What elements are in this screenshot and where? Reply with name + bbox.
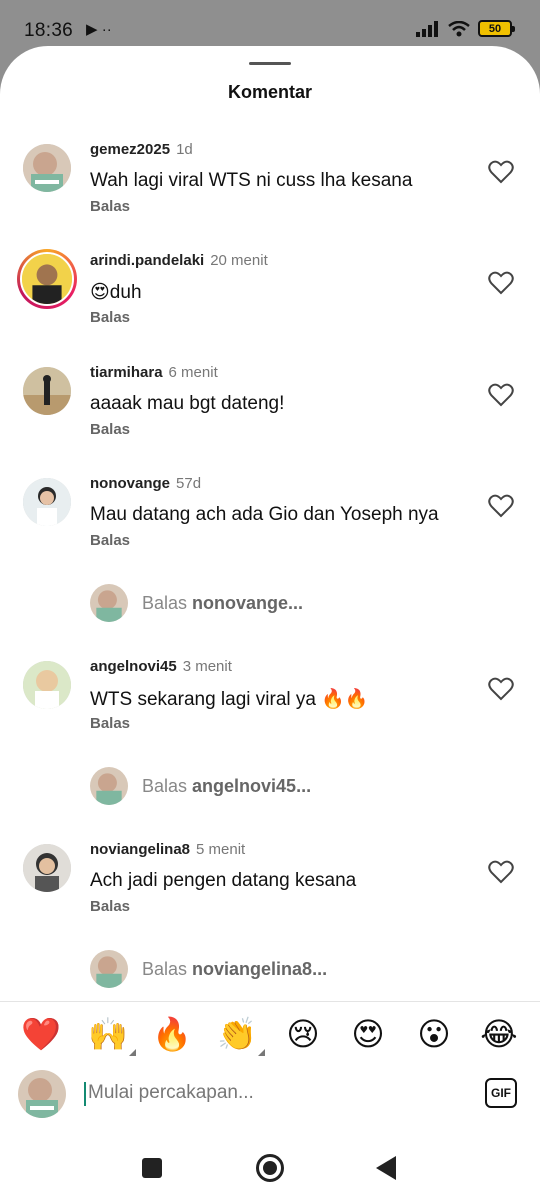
avatar[interactable]: [23, 844, 71, 892]
reply-prompt-target: angelnovi45...: [192, 776, 312, 796]
comment-item: angelnovi45 3 menit WTS sekarang lagi vir…: [0, 649, 540, 749]
emoji-raised-hands-glyph: 🙌: [88, 1016, 128, 1052]
sheet-title: Komentar: [227, 82, 312, 102]
text-cursor: [84, 1082, 86, 1106]
reply-prompt-prefix: Balas: [142, 593, 193, 613]
reply-link[interactable]: Balas: [90, 532, 130, 549]
emoji-laughing[interactable]: 😂: [479, 1014, 519, 1054]
comment-input[interactable]: [88, 1082, 458, 1104]
emoji-heart-eyes[interactable]: 😍: [348, 1014, 388, 1054]
emoji-fire[interactable]: 🔥: [152, 1014, 192, 1054]
comment-text: aaaak mau bgt dateng!: [90, 393, 285, 414]
comments-sheet: Komentar gemez2025 1d Wah lagi viral WTS …: [0, 46, 540, 1200]
my-avatar: [90, 950, 128, 988]
comment-item: tiarmihara 6 menit aaaak mau bgt dateng! …: [0, 355, 540, 455]
comment-time: 5 menit: [196, 841, 246, 858]
avatar-with-story-ring[interactable]: [17, 249, 77, 309]
comment-username[interactable]: gemez2025: [90, 141, 170, 158]
home-button[interactable]: [256, 1154, 284, 1182]
status-time: 18:36: [24, 20, 74, 41]
like-heart-icon[interactable]: [488, 160, 514, 184]
emoji-clapping-glyph: 👏: [217, 1016, 257, 1052]
comment-item: arindi.pandelaki 20 menit 😍duh Balas: [0, 243, 540, 343]
reply-link[interactable]: Balas: [90, 198, 130, 215]
comment-text: 😍duh: [90, 282, 142, 303]
like-heart-icon[interactable]: [488, 494, 514, 518]
comment-username[interactable]: tiarmihara: [90, 364, 163, 381]
my-avatar: [90, 584, 128, 622]
status-notification-icons: ▶ ··: [86, 21, 112, 38]
comment-text: Wah lagi viral WTS ni cuss lha kesana: [90, 170, 413, 191]
avatar[interactable]: [23, 478, 71, 526]
avatar[interactable]: [23, 661, 71, 709]
reply-prompt-prefix: Balas: [142, 959, 193, 979]
comment-username[interactable]: angelnovi45: [90, 658, 177, 675]
reply-link[interactable]: Balas: [90, 715, 130, 732]
comment-time: 3 menit: [182, 658, 232, 675]
avatar[interactable]: [23, 367, 71, 415]
reply-link[interactable]: Balas: [90, 309, 130, 326]
emoji-surprised[interactable]: 😮: [414, 1014, 454, 1054]
like-heart-icon[interactable]: [488, 677, 514, 701]
skin-tone-indicator-icon: [129, 1049, 136, 1056]
reply-link[interactable]: Balas: [90, 421, 130, 438]
sheet-grabber[interactable]: [249, 62, 291, 65]
recents-button[interactable]: [142, 1158, 162, 1178]
battery-icon: 50: [478, 20, 515, 37]
comment-time: 57d: [176, 475, 202, 492]
comment-item: noviangelina8 5 menit Ach jadi pengen dat…: [0, 832, 540, 932]
reply-prompt-label[interactable]: Balas angelnovi45...: [142, 776, 311, 797]
comment-composer: GIF: [0, 1068, 540, 1124]
comment-time: 6 menit: [168, 364, 218, 381]
comment-username[interactable]: noviangelina8: [90, 841, 190, 858]
like-heart-icon[interactable]: [488, 271, 514, 295]
emoji-quick-bar: ❤️ 🙌 🔥 👏 😢 😍 😮 😂: [0, 1014, 540, 1058]
emoji-crying[interactable]: 😢: [283, 1014, 323, 1054]
like-heart-icon[interactable]: [488, 383, 514, 407]
signal-icon: [416, 20, 438, 37]
wifi-icon: [448, 20, 470, 36]
emoji-bar-divider: [0, 1001, 540, 1002]
like-heart-icon[interactable]: [488, 860, 514, 884]
comment-username[interactable]: nonovange: [90, 475, 170, 492]
my-avatar: [90, 767, 128, 805]
comment-time: 20 menit: [210, 252, 268, 269]
comment-text: Mau datang ach ada Gio dan Yoseph nya: [90, 504, 439, 525]
my-avatar: [18, 1070, 66, 1118]
reply-prompt-target: noviangelina8...: [192, 959, 328, 979]
skin-tone-indicator-icon: [258, 1049, 265, 1056]
reply-prompt-target: nonovange...: [192, 593, 304, 613]
avatar[interactable]: [23, 144, 71, 192]
battery-level: 50: [488, 22, 502, 35]
back-button[interactable]: [376, 1156, 396, 1180]
comment-item: gemez2025 1d Wah lagi viral WTS ni cuss l…: [0, 132, 540, 232]
emoji-heart[interactable]: ❤️: [21, 1014, 61, 1054]
comment-item: nonovange 57d Mau datang ach ada Gio dan …: [0, 466, 540, 566]
comment-username[interactable]: arindi.pandelaki: [90, 252, 204, 269]
reply-prompt-label[interactable]: Balas nonovange...: [142, 593, 303, 614]
gif-button[interactable]: GIF: [485, 1078, 517, 1108]
reply-prompt-prefix: Balas: [142, 776, 193, 796]
status-right: 50: [416, 20, 515, 37]
reply-link[interactable]: Balas: [90, 898, 130, 915]
comment-text: WTS sekarang lagi viral ya 🔥🔥: [90, 689, 369, 710]
comment-time: 1d: [176, 141, 193, 158]
emoji-raised-hands[interactable]: 🙌: [88, 1014, 136, 1056]
emoji-clapping[interactable]: 👏: [217, 1014, 265, 1056]
reply-prompt-label[interactable]: Balas noviangelina8...: [142, 959, 327, 980]
comment-text: Ach jadi pengen datang kesana: [90, 870, 357, 891]
system-nav-bar: [0, 1144, 540, 1200]
